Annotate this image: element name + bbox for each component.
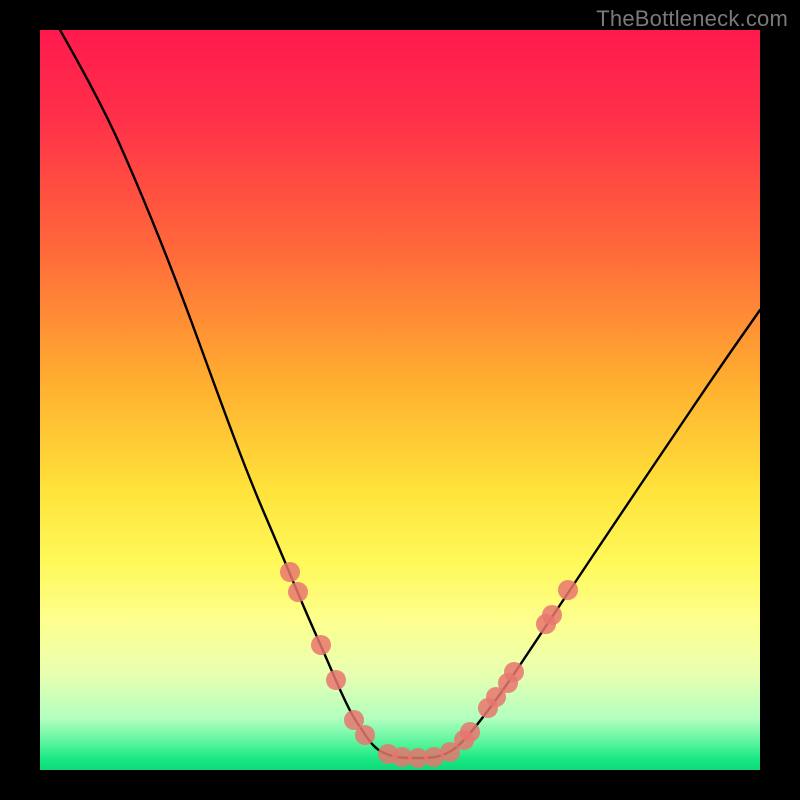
curve-marker (311, 635, 331, 655)
watermark-text: TheBottleneck.com (596, 6, 788, 32)
bottleneck-curve (60, 30, 760, 758)
curve-marker (558, 580, 578, 600)
chart-frame: TheBottleneck.com (0, 0, 800, 800)
curve-marker (460, 722, 480, 742)
plot-area (40, 30, 760, 770)
curve-marker (542, 605, 562, 625)
curve-layer (40, 30, 760, 770)
curve-markers (280, 562, 578, 768)
curve-marker (288, 582, 308, 602)
curve-marker (355, 725, 375, 745)
curve-marker (280, 562, 300, 582)
curve-marker (504, 662, 524, 682)
curve-marker (326, 670, 346, 690)
